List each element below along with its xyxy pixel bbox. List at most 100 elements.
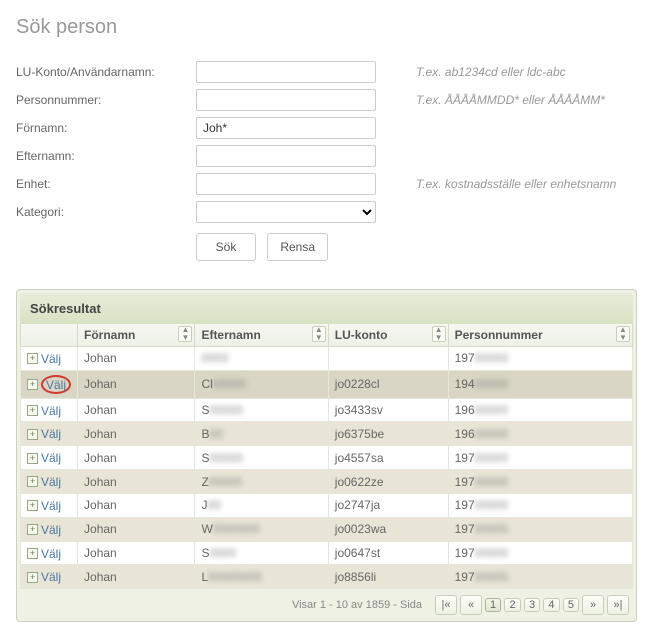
select-link[interactable]: Välj bbox=[41, 403, 61, 417]
pager-page[interactable]: 5 bbox=[563, 598, 579, 612]
select-link[interactable]: Välj bbox=[41, 570, 61, 584]
select-link[interactable]: Välj bbox=[41, 475, 61, 489]
cell-efternamn: B00 bbox=[195, 422, 328, 446]
sort-icon[interactable]: ▲▼ bbox=[432, 326, 446, 342]
cell-pnr: 19400000 bbox=[448, 370, 632, 398]
pager-next[interactable]: » bbox=[582, 595, 604, 615]
select-cell: + Välj bbox=[21, 370, 78, 398]
pager-last[interactable]: »| bbox=[607, 595, 629, 615]
table-row: +Välj JohanZ00000jo0622ze19700000 bbox=[21, 470, 633, 494]
sort-icon[interactable]: ▲▼ bbox=[312, 326, 326, 342]
pager-page[interactable]: 4 bbox=[543, 598, 559, 612]
table-row: +VäljJohan000019700000 bbox=[21, 347, 633, 371]
form-label: Efternamn: bbox=[16, 149, 196, 163]
expand-icon[interactable]: + bbox=[27, 405, 38, 416]
cell-pnr: 19700000 bbox=[448, 517, 632, 541]
select-link[interactable]: Välj bbox=[41, 546, 61, 560]
cell-efternamn: 0000 bbox=[195, 347, 328, 371]
sort-icon[interactable]: ▲▼ bbox=[616, 326, 630, 342]
cell-lukonto: jo2747ja bbox=[328, 493, 448, 517]
cell-fornamn: Johan bbox=[78, 493, 195, 517]
cell-efternamn: S0000 bbox=[195, 541, 328, 565]
cell-efternamn: L00000000 bbox=[195, 565, 328, 589]
expand-icon[interactable]: + bbox=[27, 353, 38, 364]
expand-icon[interactable]: + bbox=[27, 379, 38, 390]
form-input-0[interactable] bbox=[196, 61, 376, 83]
cell-lukonto: jo0228cl bbox=[328, 370, 448, 398]
sort-icon[interactable]: ▲▼ bbox=[178, 326, 192, 342]
select-link[interactable]: Välj bbox=[41, 427, 61, 441]
table-row: +VäljJohanW0000000jo0023wa19700000 bbox=[21, 517, 633, 541]
cell-lukonto: jo6375be bbox=[328, 422, 448, 446]
cell-efternamn: Cl00000 bbox=[195, 370, 328, 398]
form-label: Enhet: bbox=[16, 177, 196, 191]
form-input-5[interactable] bbox=[196, 201, 376, 223]
table-row: +VäljJohanS0000jo0647st19700000 bbox=[21, 541, 633, 565]
select-cell: +Välj bbox=[21, 347, 78, 371]
form-label: LU-Konto/Användarnamn: bbox=[16, 65, 196, 79]
cell-fornamn: Johan bbox=[78, 470, 195, 494]
col-header[interactable]: LU-konto▲▼ bbox=[328, 324, 448, 347]
pager-info: Visar 1 - 10 av 1859 - Sida bbox=[292, 599, 422, 611]
pager-page[interactable]: 2 bbox=[504, 598, 520, 612]
select-link[interactable]: Välj bbox=[46, 378, 66, 392]
search-form: LU-Konto/Användarnamn:T.ex. ab1234cd ell… bbox=[16, 61, 637, 261]
cell-lukonto: jo0622ze bbox=[328, 470, 448, 494]
expand-icon[interactable]: + bbox=[27, 572, 38, 583]
form-input-4[interactable] bbox=[196, 173, 376, 195]
expand-icon[interactable]: + bbox=[27, 429, 38, 440]
cell-efternamn: S00000 bbox=[195, 446, 328, 470]
expand-icon[interactable]: + bbox=[27, 453, 38, 464]
page-title: Sök person bbox=[16, 16, 637, 39]
pager-first[interactable]: |« bbox=[435, 595, 457, 615]
pager-page[interactable]: 3 bbox=[524, 598, 540, 612]
form-hint: T.ex. ÅÅÅÅMMDD* eller ÅÅÅÅMM* bbox=[416, 93, 605, 107]
cell-lukonto: jo8856li bbox=[328, 565, 448, 589]
results-table: Förnamn▲▼Efternamn▲▼LU-konto▲▼Personnumm… bbox=[20, 324, 633, 589]
expand-icon[interactable]: + bbox=[27, 500, 38, 511]
col-header[interactable]: Efternamn▲▼ bbox=[195, 324, 328, 347]
select-link[interactable]: Välj bbox=[41, 499, 61, 513]
cell-pnr: 19600000 bbox=[448, 422, 632, 446]
select-link[interactable]: Välj bbox=[41, 451, 61, 465]
table-row: +VäljJohanCl00000jo0228cl19400000 bbox=[21, 370, 633, 398]
cell-lukonto: jo4557sa bbox=[328, 446, 448, 470]
cell-lukonto: jo3433sv bbox=[328, 398, 448, 422]
col-header[interactable]: Personnummer▲▼ bbox=[448, 324, 632, 347]
table-row: +Välj JohanJ00jo2747ja19700000 bbox=[21, 493, 633, 517]
expand-icon[interactable]: + bbox=[27, 524, 38, 535]
cell-efternamn: S00000 bbox=[195, 398, 328, 422]
cell-pnr: 19700000 bbox=[448, 565, 632, 589]
select-cell: +Välj bbox=[21, 541, 78, 565]
cell-fornamn: Johan bbox=[78, 565, 195, 589]
form-input-3[interactable] bbox=[196, 145, 376, 167]
form-label: Personnummer: bbox=[16, 93, 196, 107]
cell-efternamn: J00 bbox=[195, 493, 328, 517]
select-link[interactable]: Välj bbox=[41, 523, 61, 537]
cell-lukonto: jo0647st bbox=[328, 541, 448, 565]
col-header[interactable]: Förnamn▲▼ bbox=[78, 324, 195, 347]
col-select bbox=[21, 324, 78, 347]
pager: Visar 1 - 10 av 1859 - Sida |« « 1 2 3 4… bbox=[20, 589, 633, 618]
form-input-2[interactable] bbox=[196, 117, 376, 139]
expand-icon[interactable]: + bbox=[27, 476, 38, 487]
cell-pnr: 19700000 bbox=[448, 347, 632, 371]
cell-pnr: 19700000 bbox=[448, 470, 632, 494]
select-cell: +Välj bbox=[21, 422, 78, 446]
cell-pnr: 19700000 bbox=[448, 493, 632, 517]
table-row: +Välj JohanL00000000jo8856li19700000 bbox=[21, 565, 633, 589]
pager-prev[interactable]: « bbox=[460, 595, 482, 615]
cell-fornamn: Johan bbox=[78, 398, 195, 422]
search-button[interactable]: Sök bbox=[196, 233, 256, 261]
select-link[interactable]: Välj bbox=[41, 352, 61, 366]
reset-button[interactable]: Rensa bbox=[267, 233, 328, 261]
pager-page[interactable]: 1 bbox=[485, 598, 501, 612]
cell-efternamn: Z00000 bbox=[195, 470, 328, 494]
form-label: Förnamn: bbox=[16, 121, 196, 135]
cell-fornamn: Johan bbox=[78, 422, 195, 446]
cell-pnr: 19700000 bbox=[448, 446, 632, 470]
table-row: +VäljJohanS00000jo3433sv19600000 bbox=[21, 398, 633, 422]
form-input-1[interactable] bbox=[196, 89, 376, 111]
highlight-circle-icon: Välj bbox=[41, 375, 71, 394]
cell-fornamn: Johan bbox=[78, 347, 195, 371]
